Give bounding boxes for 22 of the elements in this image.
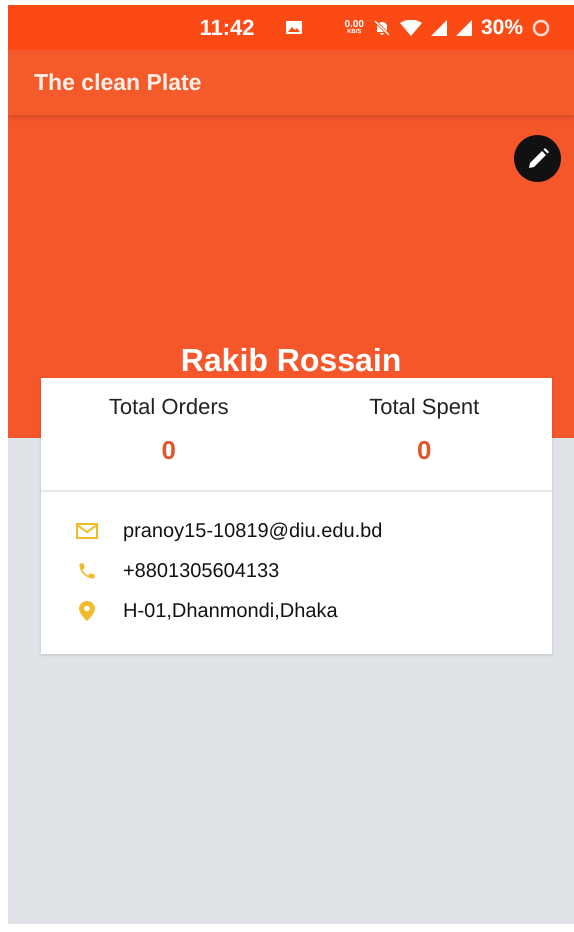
image-icon — [286, 21, 302, 34]
stat-value: 0 — [417, 435, 432, 466]
stat-label: Total Orders — [108, 394, 229, 420]
contact-text: H-01,Dhanmondi,Dhaka — [123, 600, 338, 622]
edit-button[interactable] — [514, 135, 561, 182]
envelope-icon — [76, 523, 98, 539]
contact-text: +8801305604133 — [123, 560, 280, 582]
muted-bell-icon — [372, 20, 391, 36]
app-title: The clean Plate — [34, 69, 202, 96]
signal-icon — [456, 20, 472, 36]
stat-label: Total Spent — [369, 394, 480, 420]
network-speed: 0.00 — [344, 20, 364, 29]
signal-icon — [430, 20, 447, 36]
battery-ring-icon — [532, 18, 550, 36]
wifi-icon — [400, 20, 422, 36]
pencil-icon — [526, 148, 548, 170]
clock: 11:42 — [199, 14, 254, 40]
profile-name: Rakib Rossain — [180, 342, 402, 379]
stat-value: 0 — [162, 435, 176, 466]
location-pin-icon — [78, 600, 96, 622]
contact-text: pranoy15-10819@diu.edu.bd — [123, 520, 382, 542]
battery-percent: 30% — [480, 16, 523, 40]
